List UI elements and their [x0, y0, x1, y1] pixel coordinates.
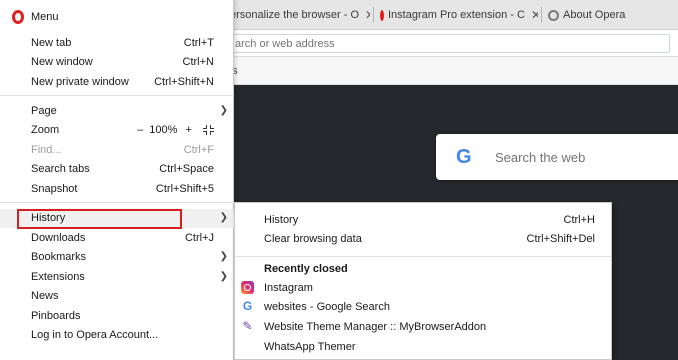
menu-item-shortcut: Ctrl+J: [184, 232, 214, 244]
menu-item-find[interactable]: Find... Ctrl+F: [0, 141, 234, 160]
menu-item-label: Pinboards: [31, 310, 81, 322]
close-icon[interactable]: ✕: [531, 8, 538, 22]
close-icon[interactable]: ✕: [365, 8, 370, 22]
menu-item-label: Snapshot: [31, 183, 78, 195]
google-icon: G: [456, 145, 472, 168]
address-input[interactable]: [230, 34, 670, 53]
menu-item-label: Downloads: [31, 232, 86, 244]
recently-closed-item[interactable]: WhatsApp Themer: [235, 337, 613, 357]
search-placeholder: Search the web: [495, 149, 586, 165]
menu-item-new-window[interactable]: New window Ctrl+N: [0, 53, 234, 72]
history-highlight-box: [17, 209, 182, 229]
menu-item-label: Find...: [31, 144, 62, 156]
menu-item-label: Bookmarks: [31, 251, 87, 263]
search-box[interactable]: G Search the web: [436, 134, 678, 180]
menu-item-label: New tab: [31, 37, 72, 49]
menu-item-shortcut: Ctrl+Shift+5: [155, 183, 214, 195]
chevron-right-icon: ❯: [219, 271, 228, 282]
menu-item-shortcut: Ctrl+Shift+N: [154, 76, 214, 88]
menu-item-label: Search tabs: [31, 163, 90, 175]
menu-header[interactable]: Menu: [0, 0, 234, 33]
recently-closed-item[interactable]: ✎ Website Theme Manager :: MyBrowserAddo…: [235, 317, 613, 337]
recently-closed-item[interactable]: G websites - Google Search: [235, 297, 613, 317]
menu-divider: [0, 202, 234, 203]
menu-item-extensions[interactable]: Extensions ❯: [0, 268, 234, 287]
tab-label: ersonalize the browser - O: [230, 9, 359, 21]
submenu-item-shortcut: Ctrl+H: [563, 214, 595, 226]
recently-closed-heading: Recently closed: [264, 263, 348, 275]
menu-item-snapshot[interactable]: Snapshot Ctrl+Shift+5: [0, 180, 234, 199]
history-submenu: History Ctrl+H Clear browsing data Ctrl+…: [234, 202, 612, 360]
wand-icon: ✎: [242, 319, 253, 333]
menu-item-label: New window: [31, 56, 93, 68]
submenu-item-label: Instagram: [264, 282, 313, 294]
zoom-out-button[interactable]: –: [137, 124, 143, 136]
menu-item-shortcut: Ctrl+N: [182, 56, 214, 68]
tab-separator: [541, 7, 542, 23]
menu-item-label: Zoom: [31, 124, 60, 136]
submenu-divider: [235, 256, 611, 257]
opera-logo-icon: [548, 9, 559, 21]
opera-logo-icon: [12, 10, 24, 24]
menu-item-label: Extensions: [31, 271, 85, 283]
tab-label: Instagram Pro extension - C: [388, 9, 525, 21]
submenu-item-label: WhatsApp Themer: [264, 341, 356, 353]
chevron-right-icon: ❯: [219, 251, 228, 262]
menu-item-search-tabs[interactable]: Search tabs Ctrl+Space: [0, 160, 234, 179]
menu-item-label: Log in to Opera Account...: [31, 329, 159, 341]
fullscreen-icon[interactable]: [203, 125, 214, 136]
menu-item-page[interactable]: Page ❯: [0, 102, 234, 121]
submenu-item-label: websites - Google Search: [264, 301, 390, 313]
menu-title: Menu: [31, 11, 59, 23]
submenu-item-label: Clear browsing data: [264, 233, 362, 245]
submenu-item-history[interactable]: History Ctrl+H: [235, 210, 613, 230]
zoom-in-button[interactable]: +: [186, 124, 192, 136]
zoom-value: 100%: [149, 124, 178, 136]
zoom-controls: – 100% +: [137, 124, 214, 136]
menu-item-new-private-window[interactable]: New private window Ctrl+Shift+N: [0, 73, 234, 92]
menu-item-zoom: Zoom – 100% +: [0, 121, 234, 140]
tab-separator: [373, 7, 374, 23]
menu-item-bookmarks[interactable]: Bookmarks ❯: [0, 248, 234, 267]
menu-item-new-tab[interactable]: New tab Ctrl+T: [0, 34, 234, 53]
submenu-item-label: Website Theme Manager :: MyBrowserAddon: [264, 321, 487, 333]
opera-logo-icon: [380, 9, 384, 21]
menu-item-label: New private window: [31, 76, 129, 88]
menu-item-label: News: [31, 290, 59, 302]
tab-label: About Opera: [563, 9, 626, 21]
menu-item-news[interactable]: News: [0, 287, 234, 306]
menu-item-pinboards[interactable]: Pinboards: [0, 307, 234, 326]
menu-item-downloads[interactable]: Downloads Ctrl+J: [0, 229, 234, 248]
menu-item-shortcut: Ctrl+F: [183, 144, 214, 156]
tab-personalize[interactable]: ersonalize the browser - O ✕: [230, 3, 370, 27]
tab-instagram-pro[interactable]: Instagram Pro extension - C ✕: [380, 3, 538, 27]
submenu-item-label: History: [264, 214, 299, 226]
instagram-icon: [241, 281, 254, 294]
menu-divider: [0, 95, 234, 96]
google-icon: G: [242, 299, 253, 313]
menu-item-label: Page: [31, 105, 57, 117]
opera-menu: Menu New tab Ctrl+T New window Ctrl+N Ne…: [0, 0, 234, 360]
chevron-right-icon: ❯: [219, 105, 228, 116]
submenu-item-clear-browsing-data[interactable]: Clear browsing data Ctrl+Shift+Del: [235, 229, 613, 249]
menu-item-login[interactable]: Log in to Opera Account...: [0, 326, 234, 345]
chevron-right-icon: ❯: [219, 212, 228, 223]
tab-about-opera[interactable]: About Opera: [548, 3, 678, 27]
submenu-item-shortcut: Ctrl+Shift+Del: [526, 233, 595, 245]
menu-item-shortcut: Ctrl+T: [183, 37, 214, 49]
menu-item-shortcut: Ctrl+Space: [159, 163, 214, 175]
recently-closed-item[interactable]: Instagram: [235, 278, 613, 298]
